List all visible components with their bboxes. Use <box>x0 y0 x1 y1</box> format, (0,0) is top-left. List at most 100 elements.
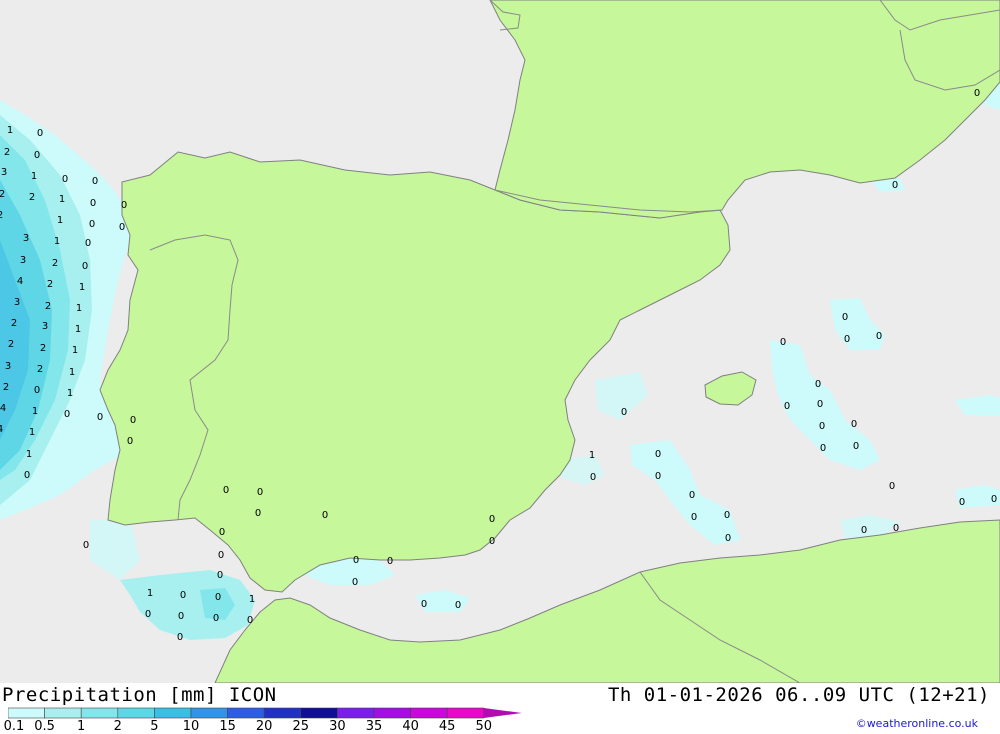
station-value: 0 <box>178 611 184 622</box>
station-value: 1 <box>32 406 38 417</box>
colorbar-segment <box>154 707 192 719</box>
colorbar-label: 50 <box>475 719 493 734</box>
station-value: 0 <box>34 385 40 396</box>
station-value: 0 <box>145 609 151 620</box>
colorbar-segment <box>337 707 375 719</box>
station-value: 3 <box>23 233 29 244</box>
station-value: 0 <box>119 222 125 233</box>
station-value: 0 <box>974 88 980 99</box>
station-value: 0 <box>121 200 127 211</box>
station-value: 0 <box>62 174 68 185</box>
colorbar-label: 20 <box>255 719 273 734</box>
station-value: 0 <box>255 508 261 519</box>
station-value: 0 <box>247 615 253 626</box>
colorbar-segment <box>117 707 155 719</box>
station-value: 1 <box>7 125 13 136</box>
station-value: 0 <box>180 590 186 601</box>
map-title: Precipitation [mm] ICON <box>2 684 277 706</box>
station-value: 1 <box>69 367 75 378</box>
station-value: 0 <box>724 510 730 521</box>
station-value: 0 <box>655 471 661 482</box>
colorbar-label: 15 <box>219 719 236 734</box>
station-value: 0 <box>844 334 850 345</box>
station-value: 3 <box>1 167 7 178</box>
station-value: 0 <box>784 401 790 412</box>
colorbar-label: 10 <box>182 719 200 734</box>
station-value: 0 <box>217 570 223 581</box>
station-value: 2 <box>0 210 3 221</box>
station-value: 0 <box>219 527 225 538</box>
station-value: 4 <box>17 276 23 287</box>
credit-link[interactable]: ©weatheronline.co.uk <box>856 717 978 730</box>
precipitation-map: 1 0 2 0 3 1 0 0 2 2 1 0 0 2 1 0 0 3 1 0 3 2 0 4 2 1 3 2 1 2 3 1 2 2 1 3 2 1 2 0… <box>0 0 1000 683</box>
station-value: 0 <box>127 436 133 447</box>
station-value: 4 <box>0 403 6 414</box>
map-footer: Precipitation [mm] ICON Th 01-01-2026 06… <box>0 683 1000 734</box>
colorbar-segment <box>300 707 338 719</box>
station-value: 0 <box>817 399 823 410</box>
station-value: 0 <box>223 485 229 496</box>
colorbar-label: 25 <box>292 719 310 734</box>
precipitation-colorbar <box>8 707 522 719</box>
station-value: 0 <box>851 419 857 430</box>
station-value: 2 <box>8 339 14 350</box>
colorbar-segment <box>263 707 302 719</box>
station-value: 2 <box>0 189 5 200</box>
station-value: 2 <box>47 279 53 290</box>
station-value: 3 <box>20 255 26 266</box>
station-value: 0 <box>353 555 359 566</box>
station-value: 0 <box>893 523 899 534</box>
colorbar-segment <box>44 707 82 719</box>
station-value: 0 <box>92 176 98 187</box>
station-value: 2 <box>29 192 35 203</box>
station-value: 0 <box>819 421 825 432</box>
station-value: 1 <box>67 388 73 399</box>
station-value: 1 <box>589 450 595 461</box>
station-value: 0 <box>421 599 427 610</box>
station-value: 1 <box>29 427 35 438</box>
station-value: 0 <box>991 494 997 505</box>
station-value: 0 <box>820 443 826 454</box>
colorbar-segment <box>227 707 265 719</box>
station-value: 0 <box>213 613 219 624</box>
station-value: 2 <box>52 258 58 269</box>
station-value: 0 <box>780 337 786 348</box>
station-value: 1 <box>147 588 153 599</box>
colorbar-segment <box>410 707 448 719</box>
station-value: 2 <box>45 301 51 312</box>
station-value: 2 <box>11 318 17 329</box>
station-value: 1 <box>75 324 81 335</box>
station-value: 2 <box>37 364 43 375</box>
station-value: 1 <box>26 449 32 460</box>
station-value: 1 <box>54 236 60 247</box>
station-value: 3 <box>14 297 20 308</box>
station-value: 1 <box>59 194 65 205</box>
station-value: 1 <box>31 171 37 182</box>
colorbar-segment <box>373 707 411 719</box>
colorbar-arrow <box>483 708 522 718</box>
station-value: 2 <box>4 147 10 158</box>
station-value: 0 <box>352 577 358 588</box>
station-value: 1 <box>76 303 82 314</box>
station-value: 0 <box>892 180 898 191</box>
colorbar-label: 1 <box>77 719 86 734</box>
station-value: 0 <box>725 533 731 544</box>
colorbar-segment <box>190 707 228 719</box>
station-value: 4 <box>0 424 3 435</box>
station-value: 1 <box>249 594 255 605</box>
station-value: 0 <box>82 261 88 272</box>
station-value: 0 <box>257 487 263 498</box>
station-value: 1 <box>79 282 85 293</box>
station-value: 0 <box>97 412 103 423</box>
colorbar-label: 35 <box>365 719 383 734</box>
station-value: 0 <box>489 536 495 547</box>
colorbar-label: 40 <box>402 719 419 734</box>
station-value: 0 <box>842 312 848 323</box>
station-value: 0 <box>322 510 328 521</box>
station-value: 0 <box>130 415 136 426</box>
station-value: 0 <box>959 497 965 508</box>
station-value: 0 <box>590 472 596 483</box>
colorbar-segment <box>446 707 485 719</box>
station-value: 3 <box>42 321 48 332</box>
station-value: 2 <box>40 343 46 354</box>
